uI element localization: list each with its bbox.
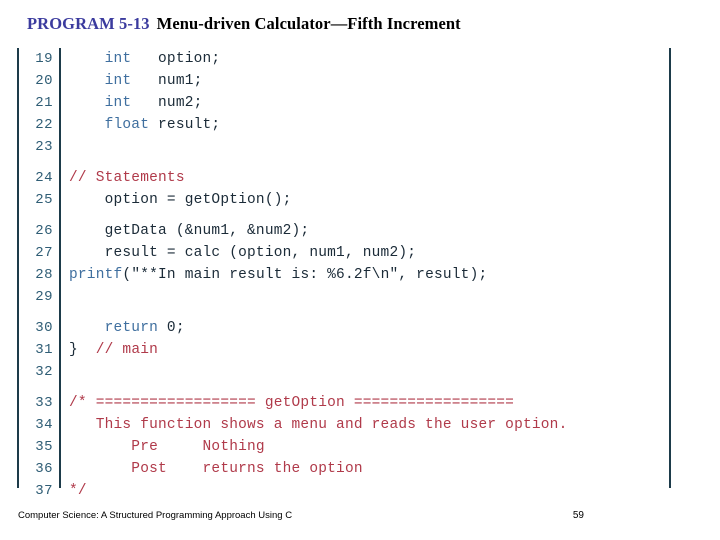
code-group: 33 /* ================== getOption ======… <box>19 392 669 502</box>
code-group: 26 getData (&num1, &num2); 27 result = ca… <box>19 220 669 308</box>
code-token-cmt: Pre Nothing <box>69 439 265 455</box>
code-line: 24 // Statements <box>19 167 669 189</box>
code-line-text: Post returns the option <box>69 458 363 480</box>
code-token-idf: num2; <box>131 95 203 111</box>
code-line-text: result = calc (option, num1, num2); <box>69 242 416 264</box>
line-number: 30 <box>35 320 53 336</box>
code-token-kw: int <box>69 51 132 67</box>
code-line-text: return 0; <box>69 317 185 339</box>
code-token-cmt: This function shows a menu and reads the… <box>69 417 568 433</box>
code-line: 29 <box>19 286 669 308</box>
code-line: 20 int num1; <box>19 70 669 92</box>
code-line: 30 return 0; <box>19 317 669 339</box>
code-token-cmt: // Statements <box>69 170 185 186</box>
code-group-gap <box>19 383 669 392</box>
code-token-idf: getData (&num1, &num2); <box>69 223 310 239</box>
line-number: 34 <box>35 417 53 433</box>
program-number-label: PROGRAM 5-13 <box>27 14 150 33</box>
code-line: 35 Pre Nothing <box>19 436 669 458</box>
code-line: 23 <box>19 136 669 158</box>
code-line-text: int num2; <box>69 92 203 114</box>
code-group: 24 // Statements 25 option = getOption(); <box>19 167 669 211</box>
line-number: 36 <box>35 461 53 477</box>
code-token-cmt: /* ================== getOption ========… <box>69 395 515 411</box>
code-token-idf: result; <box>149 117 221 133</box>
code-line-text: // Statements <box>69 167 185 189</box>
code-line: 22 float result; <box>19 114 669 136</box>
code-line-text: option = getOption(); <box>69 189 292 211</box>
line-number: 37 <box>35 483 53 499</box>
code-token-idf: option = getOption(); <box>69 192 292 208</box>
code-line: 36 Post returns the option <box>19 458 669 480</box>
code-line-text: getData (&num1, &num2); <box>69 220 310 242</box>
code-line-text: float result; <box>69 114 221 136</box>
line-number: 29 <box>35 289 53 305</box>
code-token-kw: printf <box>69 267 123 283</box>
code-group-gap <box>19 211 669 220</box>
code-listing: 19 int option; 20 int num1; 21 int num2; 22… <box>17 48 671 499</box>
line-number: 33 <box>35 395 53 411</box>
code-token-cmt: Post returns the option <box>69 461 363 477</box>
code-line-text: } // main <box>69 339 158 361</box>
code-line: 27 result = calc (option, num1, num2); <box>19 242 669 264</box>
code-token-idf: 0; <box>158 320 185 336</box>
line-number: 19 <box>35 51 53 67</box>
line-number: 35 <box>35 439 53 455</box>
code-line-text: /* ================== getOption ========… <box>69 392 514 414</box>
code-line-text: This function shows a menu and reads the… <box>69 414 568 436</box>
line-number: 27 <box>35 245 53 261</box>
code-line: 25 option = getOption(); <box>19 189 669 211</box>
code-line: 34 This function shows a menu and reads … <box>19 414 669 436</box>
line-number: 28 <box>35 267 53 283</box>
code-token-cmt: // main <box>86 342 159 358</box>
line-number: 31 <box>35 342 53 358</box>
code-line-text: printf("**In main result is: %6.2f\n", r… <box>69 264 487 286</box>
code-group: 30 return 0; 31} // main 32 <box>19 317 669 383</box>
code-token-idf: num1; <box>131 73 203 89</box>
code-line: 28 printf("**In main result is: %6.2f\n",… <box>19 264 669 286</box>
code-lines-container: 19 int option; 20 int num1; 21 int num2; 22… <box>19 48 669 502</box>
code-line-text: Pre Nothing <box>69 436 265 458</box>
book-title-label: Computer Science: A Structured Programmi… <box>18 510 293 521</box>
code-line-text: int option; <box>69 48 221 70</box>
code-token-kw: float <box>69 117 150 133</box>
code-token-kw: int <box>69 73 132 89</box>
code-token-kw: return <box>69 320 159 336</box>
code-token-idf: result = calc (option, num1, num2); <box>69 245 417 261</box>
code-token-idf: ("**In main result is: %6.2f\n", result)… <box>122 267 488 283</box>
line-number: 21 <box>35 95 53 111</box>
program-title-label: Menu-driven Calculator—Fifth Increment <box>156 14 461 33</box>
page-number-label: 59 <box>572 510 584 521</box>
code-token-idf: option; <box>131 51 221 67</box>
code-token-kw: int <box>69 95 132 111</box>
code-group: 19 int option; 20 int num1; 21 int num2; 22… <box>19 48 669 158</box>
line-number: 20 <box>35 73 53 89</box>
code-line: 19 int option; <box>19 48 669 70</box>
code-line: 32 <box>19 361 669 383</box>
code-line: 26 getData (&num1, &num2); <box>19 220 669 242</box>
line-number: 23 <box>35 139 53 155</box>
line-number: 26 <box>35 223 53 239</box>
line-number: 22 <box>35 117 53 133</box>
code-token-idf: } <box>69 342 87 358</box>
code-line: 37 */ <box>19 480 669 502</box>
line-number: 32 <box>35 364 53 380</box>
slide-footer: Computer Science: A Structured Programmi… <box>18 510 702 521</box>
code-group-gap <box>19 158 669 167</box>
code-line: 33 /* ================== getOption ======… <box>19 392 669 414</box>
page-title: PROGRAM 5-13 Menu-driven Calculator—Fifth… <box>27 14 461 34</box>
line-number: 25 <box>35 192 53 208</box>
code-token-cmt: */ <box>69 483 87 499</box>
code-line: 21 int num2; <box>19 92 669 114</box>
code-line: 31} // main <box>19 339 669 361</box>
code-group-gap <box>19 308 669 317</box>
line-number: 24 <box>35 170 53 186</box>
code-line-text: int num1; <box>69 70 203 92</box>
code-line-text: */ <box>69 480 87 502</box>
